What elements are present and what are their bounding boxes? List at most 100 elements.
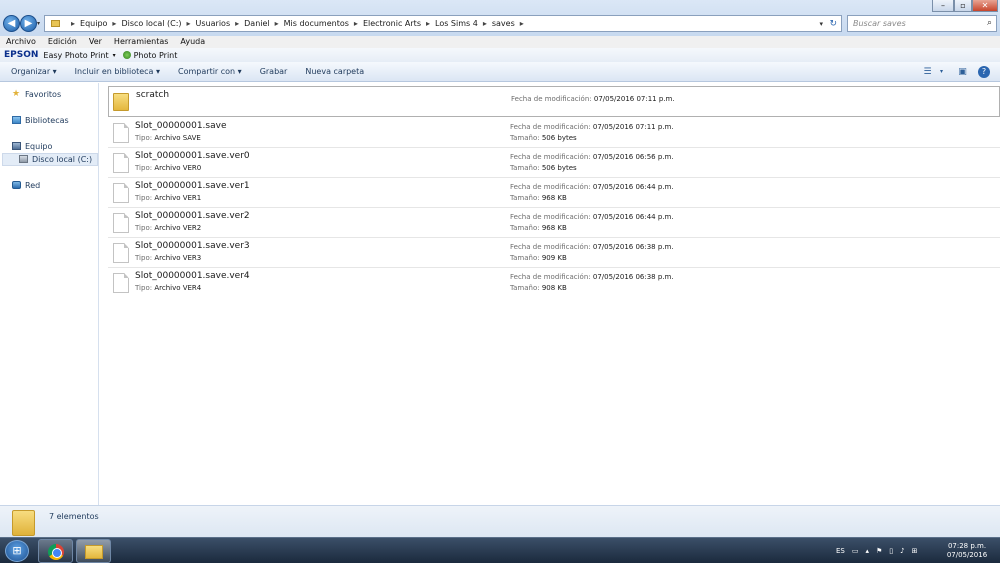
details-pane: 7 elementos xyxy=(0,505,1000,537)
crumb-equipo[interactable]: Equipo xyxy=(80,19,107,28)
nav-computer[interactable]: Equipo xyxy=(12,140,52,152)
maximize-button[interactable]: ▫ xyxy=(954,0,972,12)
file-name: Slot_00000001.save.ver3 xyxy=(135,241,250,251)
crumb-disco-local[interactable]: Disco local (C:) xyxy=(121,19,181,28)
nav-local-disk[interactable]: Disco local (C:) xyxy=(19,153,92,165)
action-center-flag-icon[interactable]: ⚑ xyxy=(876,547,882,555)
share-with-button[interactable]: Compartir con ▾ xyxy=(178,67,242,76)
search-icon[interactable]: ⌕ xyxy=(987,16,992,31)
crumb-usuarios[interactable]: Usuarios xyxy=(196,19,231,28)
file-size: Tamaño: 968 KB xyxy=(510,224,567,232)
nav-network[interactable]: Red xyxy=(12,179,40,191)
file-name: Slot_00000001.save.ver4 xyxy=(135,271,250,281)
crumb-mis-documentos[interactable]: Mis documentos xyxy=(284,19,349,28)
title-bar: – ▫ ✕ ◀ ▶ ▾ ▸ Equipo ▸ Disco local (C:) ▸ … xyxy=(0,0,1000,36)
menu-ver[interactable]: Ver xyxy=(89,36,102,48)
explorer-window: – ▫ ✕ ◀ ▶ ▾ ▸ Equipo ▸ Disco local (C:) ▸ … xyxy=(0,0,1000,537)
drive-icon xyxy=(19,155,28,163)
include-in-library-button[interactable]: Incluir en biblioteca ▾ xyxy=(75,67,160,76)
forward-arrow-icon[interactable]: ▶ xyxy=(20,15,37,32)
file-type: Tipo: Archivo SAVE xyxy=(135,134,201,142)
file-type: Tipo: Archivo VER0 xyxy=(135,164,202,172)
list-item[interactable]: Slot_00000001.save.ver4 Tipo: Archivo VE… xyxy=(108,268,1000,298)
windows-tray-icon[interactable]: ⊞ xyxy=(912,547,918,555)
file-size: Tamaño: 968 KB xyxy=(510,194,567,202)
preview-pane-icon[interactable]: ▣ xyxy=(956,66,969,78)
file-icon xyxy=(113,153,129,173)
clock[interactable]: 07:28 p.m. 07/05/2016 xyxy=(942,542,992,560)
folder-icon xyxy=(113,93,129,111)
menu-archivo[interactable]: Archivo xyxy=(6,36,36,48)
file-size: Tamaño: 506 bytes xyxy=(510,134,577,142)
list-item-scratch[interactable]: scratch Fecha de modificación: 07/05/201… xyxy=(108,86,1000,117)
close-button[interactable]: ✕ xyxy=(972,0,998,12)
chrome-icon xyxy=(48,544,64,560)
folder-icon xyxy=(12,510,35,536)
file-modified: Fecha de modificación: 07/05/2016 06:38 … xyxy=(510,243,674,251)
epson-toolbar: EPSON Easy Photo Print ▾ Photo Print xyxy=(0,48,1000,62)
show-hidden-icons[interactable]: ▴ xyxy=(866,547,870,555)
file-size: Tamaño: 506 bytes xyxy=(510,164,577,172)
taskbar-explorer-button[interactable] xyxy=(76,539,111,563)
navigation-pane: ★ Favoritos Bibliotecas Equipo Disco loc… xyxy=(0,83,99,505)
language-indicator[interactable]: ES xyxy=(836,547,845,555)
list-item[interactable]: Slot_00000001.save.ver1 Tipo: Archivo VE… xyxy=(108,178,1000,208)
address-dropdown-icon[interactable]: ▾ xyxy=(819,20,823,28)
menu-herramientas[interactable]: Herramientas xyxy=(114,36,169,48)
nav-computer-label: Equipo xyxy=(25,141,53,151)
crumb-electronic-arts[interactable]: Electronic Arts xyxy=(363,19,421,28)
file-icon xyxy=(113,183,129,203)
nav-favorites[interactable]: ★ Favoritos xyxy=(12,88,61,100)
keyboard-icon[interactable]: ▭ xyxy=(852,547,859,555)
network-tray-icon[interactable]: ▯ xyxy=(889,547,893,555)
library-icon xyxy=(12,116,21,124)
list-item[interactable]: Slot_00000001.save.ver3 Tipo: Archivo VE… xyxy=(108,238,1000,268)
taskbar: ⊞ ES ▭ ▴ ⚑ ▯ ♪ ⊞ 07:28 p.m. 07/05/2016 xyxy=(0,537,1000,563)
file-modified: Fecha de modificación: 07/05/2016 07:11 … xyxy=(511,95,675,103)
volume-icon[interactable]: ♪ xyxy=(900,547,904,555)
refresh-icon[interactable]: ↻ xyxy=(829,19,837,29)
command-bar: Organizar ▾ Incluir en biblioteca ▾ Comp… xyxy=(0,62,1000,82)
minimize-button[interactable]: – xyxy=(932,0,954,12)
history-dropdown-icon[interactable]: ▾ xyxy=(37,20,40,27)
crumb-saves[interactable]: saves xyxy=(492,19,515,28)
crumb-los-sims-4[interactable]: Los Sims 4 xyxy=(435,19,478,28)
taskbar-chrome-button[interactable] xyxy=(38,539,73,563)
list-item[interactable]: Slot_00000001.save Tipo: Archivo SAVE Fe… xyxy=(108,118,1000,148)
epson-dropdown-icon[interactable]: ▾ xyxy=(113,52,116,59)
list-item[interactable]: Slot_00000001.save.ver0 Tipo: Archivo VE… xyxy=(108,148,1000,178)
menu-bar: Archivo Edición Ver Herramientas Ayuda xyxy=(0,36,1000,48)
view-dropdown-icon[interactable]: ▾ xyxy=(935,66,948,78)
network-icon xyxy=(12,181,21,189)
star-icon: ★ xyxy=(12,89,21,99)
file-modified: Fecha de modificación: 07/05/2016 06:44 … xyxy=(510,183,674,191)
file-name: Slot_00000001.save.ver0 xyxy=(135,151,250,161)
file-type: Tipo: Archivo VER1 xyxy=(135,194,202,202)
clock-date: 07/05/2016 xyxy=(946,551,988,559)
address-bar[interactable]: ▸ Equipo ▸ Disco local (C:) ▸ Usuarios ▸ Da… xyxy=(44,15,842,32)
file-modified: Fecha de modificación: 07/05/2016 06:44 … xyxy=(510,213,674,221)
view-options-icon[interactable]: ☰ xyxy=(921,66,934,78)
photo-print-button[interactable]: Photo Print xyxy=(134,51,178,60)
crumb-daniel[interactable]: Daniel xyxy=(244,19,270,28)
nav-network-label: Red xyxy=(25,180,41,190)
menu-ayuda[interactable]: Ayuda xyxy=(180,36,205,48)
nav-libraries-label: Bibliotecas xyxy=(25,115,69,125)
file-modified: Fecha de modificación: 07/05/2016 07:11 … xyxy=(510,123,674,131)
help-icon[interactable]: ? xyxy=(978,66,990,78)
search-input[interactable]: Buscar saves ⌕ xyxy=(847,15,997,32)
back-arrow-icon[interactable]: ◀ xyxy=(3,15,20,32)
organize-button[interactable]: Organizar ▾ xyxy=(11,67,57,76)
file-icon xyxy=(113,243,129,263)
new-folder-button[interactable]: Nueva carpeta xyxy=(305,67,364,76)
easy-photo-print-button[interactable]: Easy Photo Print xyxy=(43,51,108,60)
nav-libraries[interactable]: Bibliotecas xyxy=(12,114,69,126)
computer-icon xyxy=(12,142,21,150)
folder-icon xyxy=(51,20,60,27)
menu-edicion[interactable]: Edición xyxy=(48,36,77,48)
start-button[interactable]: ⊞ xyxy=(5,540,29,562)
epson-logo: EPSON xyxy=(4,50,39,60)
burn-button[interactable]: Grabar xyxy=(260,67,288,76)
file-name: Slot_00000001.save.ver2 xyxy=(135,211,250,221)
list-item[interactable]: Slot_00000001.save.ver2 Tipo: Archivo VE… xyxy=(108,208,1000,238)
